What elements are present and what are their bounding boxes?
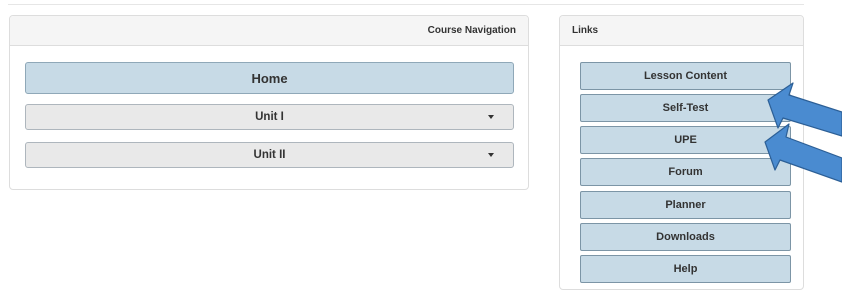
caret-down-icon (488, 115, 494, 119)
forum-button[interactable]: Forum (580, 158, 791, 186)
upe-button[interactable]: UPE (580, 126, 791, 154)
unit-ii-label: Unit II (253, 149, 286, 161)
course-navigation-header: Course Navigation (10, 16, 528, 46)
planner-button[interactable]: Planner (580, 191, 791, 219)
home-button-label: Home (251, 70, 288, 86)
unit-i-label: Unit I (255, 111, 284, 123)
top-divider (8, 4, 804, 5)
links-header: Links (560, 16, 803, 46)
lesson-content-label: Lesson Content (643, 70, 728, 82)
course-navigation-title: Course Navigation (427, 25, 516, 36)
unit-i-dropdown[interactable]: Unit I (25, 104, 514, 130)
course-navigation-panel: Course Navigation Home Unit I Unit II (9, 15, 529, 190)
forum-label: Forum (668, 166, 703, 178)
home-button[interactable]: Home (25, 62, 514, 94)
self-test-button[interactable]: Self-Test (580, 94, 791, 122)
caret-down-icon (488, 153, 494, 157)
links-panel: Links Lesson Content Self-Test UPE Forum… (559, 15, 804, 290)
planner-label: Planner (665, 199, 706, 211)
unit-ii-dropdown[interactable]: Unit II (25, 142, 514, 168)
upe-label: UPE (674, 134, 697, 146)
downloads-label: Downloads (656, 231, 715, 243)
self-test-label: Self-Test (662, 102, 709, 114)
downloads-button[interactable]: Downloads (580, 223, 791, 251)
help-button[interactable]: Help (580, 255, 791, 283)
help-label: Help (673, 263, 698, 275)
links-title: Links (572, 25, 599, 36)
lesson-content-button[interactable]: Lesson Content (580, 62, 791, 90)
